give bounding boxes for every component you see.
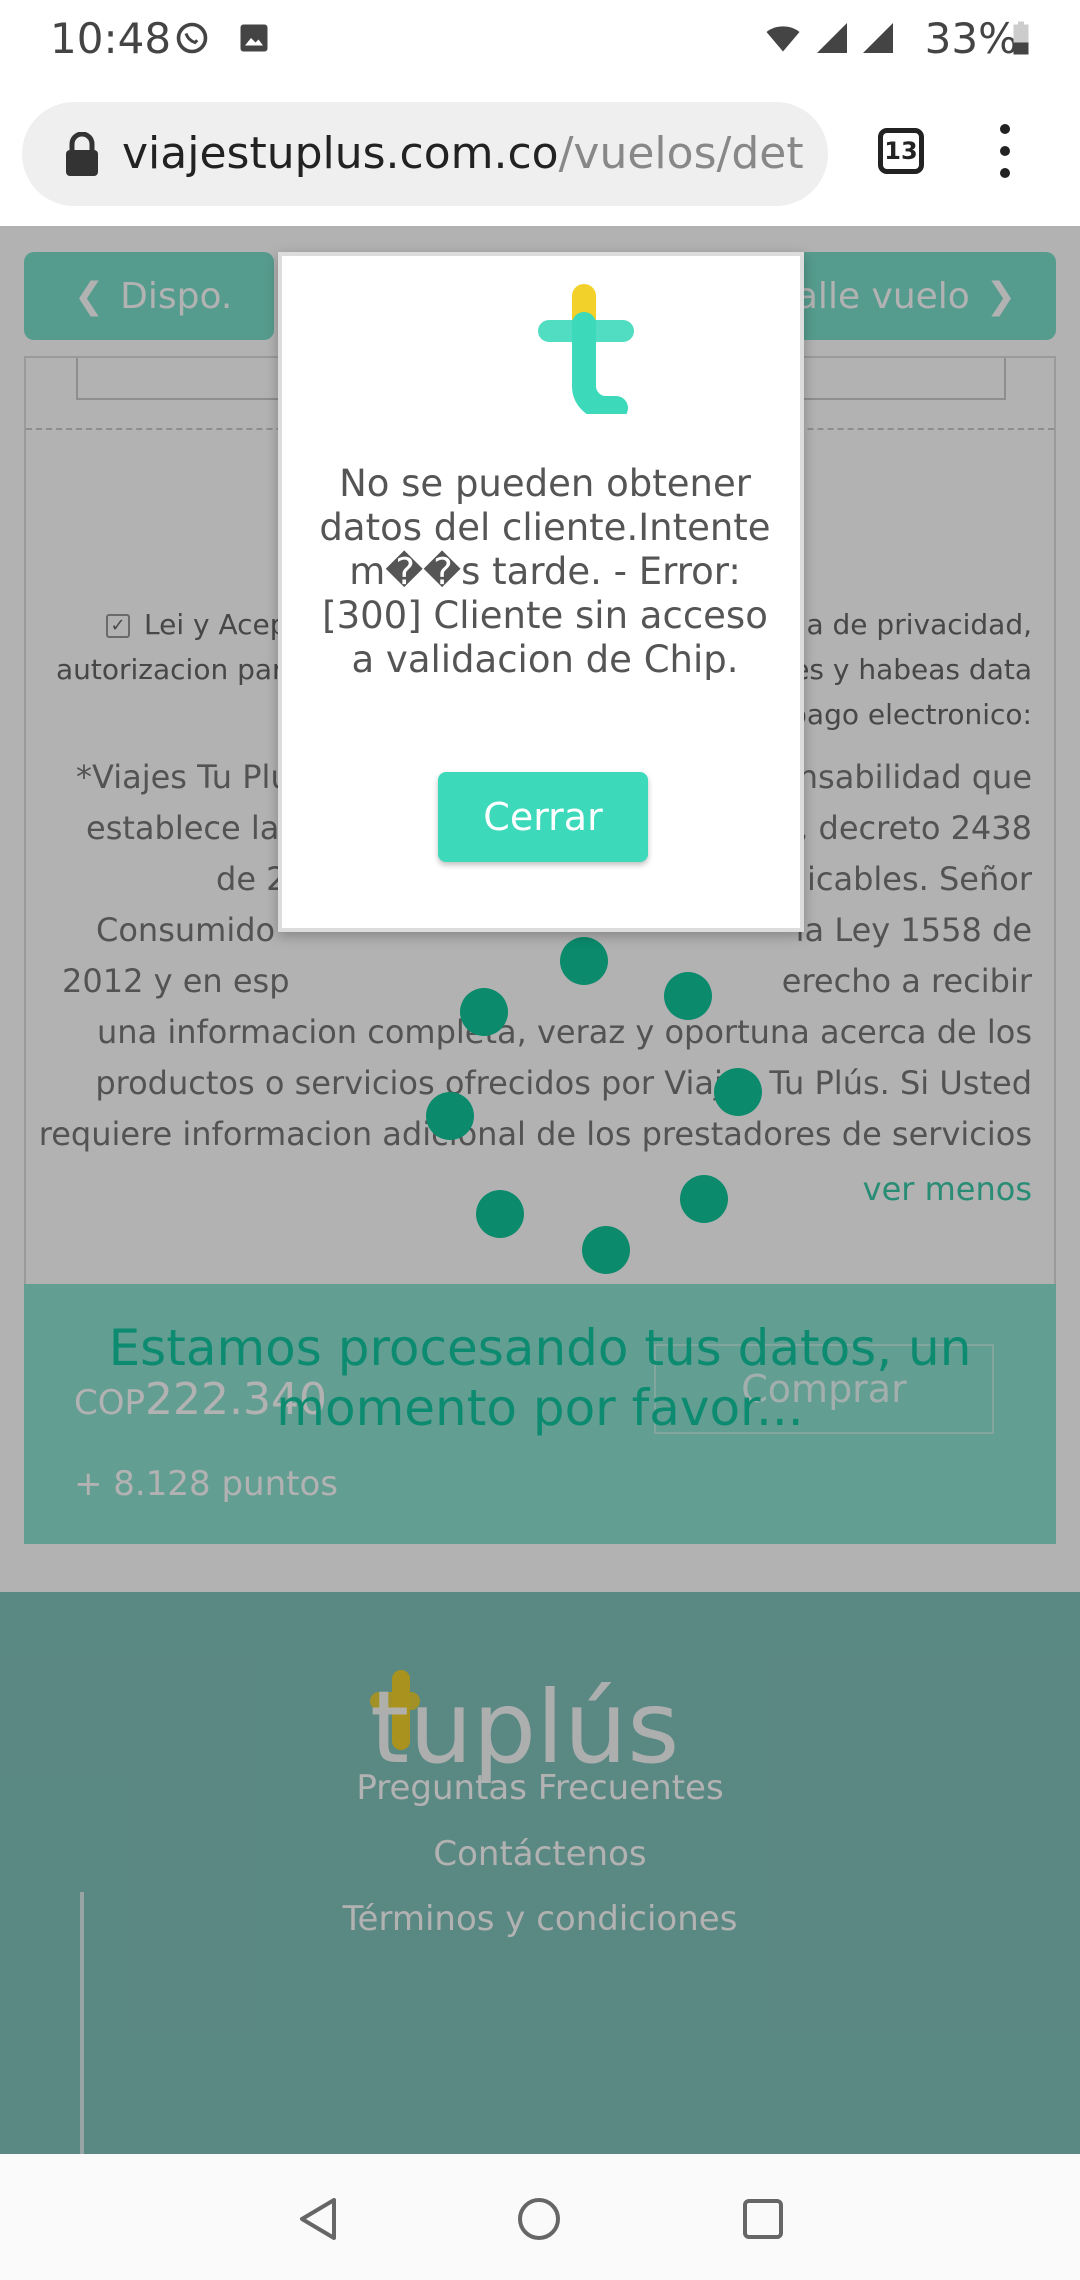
loader-dot — [714, 1068, 762, 1116]
address-bar[interactable]: viajestuplus.com.co/vuelos/det — [22, 102, 828, 206]
overflow-menu-button[interactable] — [990, 124, 1020, 184]
loader-dot — [426, 1092, 474, 1140]
browser-toolbar: viajestuplus.com.co/vuelos/det 13 — [0, 80, 1080, 226]
error-message: No se pueden obtener datos del cliente.I… — [319, 462, 771, 681]
battery-percent: 33% — [924, 14, 1018, 63]
tuplus-mark-icon — [538, 284, 634, 414]
system-navigation-bar — [0, 2154, 1080, 2280]
error-dialog: No se pueden obtener datos del cliente.I… — [278, 252, 804, 932]
battery-icon — [1013, 21, 1029, 55]
status-bar: 10:48 33% — [0, 0, 1080, 80]
loader-dot — [560, 937, 608, 985]
url-domain: viajestuplus.com.co — [122, 128, 559, 179]
processing-message: Estamos procesando tus datos, un momento… — [108, 1319, 972, 1437]
loader-dot — [680, 1175, 728, 1223]
wifi-icon — [766, 26, 800, 52]
recents-icon[interactable] — [740, 2196, 786, 2242]
loader-dot — [460, 988, 508, 1036]
close-button[interactable]: Cerrar — [438, 772, 648, 862]
url-text[interactable]: viajestuplus.com.co/vuelos/det — [122, 128, 822, 179]
home-icon[interactable] — [516, 2196, 562, 2242]
image-icon — [240, 24, 268, 52]
loader-dot — [476, 1190, 524, 1238]
whatsapp-icon — [176, 22, 208, 54]
signal-icon — [817, 23, 847, 53]
back-icon[interactable] — [296, 2196, 342, 2242]
lock-icon — [66, 132, 98, 176]
signal-icon — [863, 23, 893, 53]
loader-dot — [582, 1226, 630, 1274]
url-path: /vuelos/det — [558, 128, 804, 179]
tab-switcher-button[interactable]: 13 — [878, 128, 924, 174]
status-time: 10:48 — [50, 14, 172, 63]
loader-dot — [664, 972, 712, 1020]
